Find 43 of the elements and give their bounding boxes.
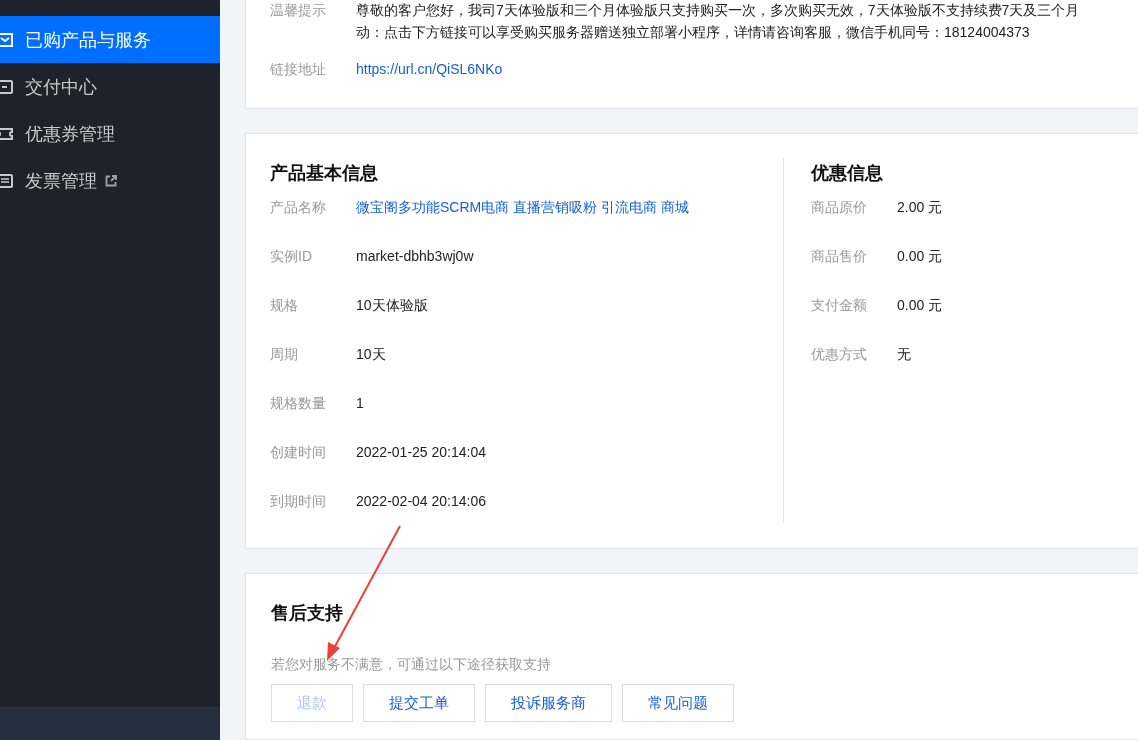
sidebar-item[interactable]: 发票管理 <box>0 157 220 204</box>
hint-text: 若您对服务不满意，可通过以下途径获取支持 <box>271 656 552 674</box>
field-value: 2.00 元 <box>897 198 943 217</box>
sidebar-item[interactable]: 已购产品与服务 <box>0 16 220 63</box>
field-label: 商品售价 <box>811 247 868 266</box>
sidebar-item[interactable]: 交付中心 <box>0 63 220 110</box>
section-title: 优惠信息 <box>811 162 884 184</box>
field-value: 10天体验版 <box>356 296 428 315</box>
external-link-icon <box>105 174 117 187</box>
field-value: 2022-02-04 20:14:06 <box>356 492 486 511</box>
support-button[interactable]: 提交工单 <box>363 684 475 722</box>
sidebar-item[interactable]: 优惠券管理 <box>0 110 220 157</box>
field-label: 温馨提示 <box>270 1 327 20</box>
product-link[interactable]: 微宝阁多功能SCRM电商 直播营销吸粉 引流电商 商城 <box>356 196 689 218</box>
section-title: 售后支持 <box>271 602 344 624</box>
field-value: 1 <box>356 394 364 413</box>
field-value: 10天 <box>356 345 386 364</box>
support-button[interactable]: 投诉服务商 <box>485 684 612 722</box>
url-link[interactable]: https://url.cn/QiSL6NKo <box>356 58 503 80</box>
field-label: 规格 <box>270 296 299 315</box>
envelope-icon <box>0 31 13 48</box>
document-icon <box>0 172 13 189</box>
field-value: 0.00 元 <box>897 296 943 315</box>
field-label: 规格数量 <box>270 394 327 413</box>
support-button[interactable]: 常见问题 <box>622 684 734 722</box>
ticket-icon <box>0 125 13 142</box>
tray-icon <box>0 78 13 95</box>
field-label: 周期 <box>270 345 299 364</box>
field-label: 创建时间 <box>270 443 327 462</box>
field-label: 到期时间 <box>270 492 327 511</box>
field-value: 0.00 元 <box>897 247 943 266</box>
field-label: 支付金额 <box>811 296 868 315</box>
section-title: 产品基本信息 <box>270 162 379 184</box>
field-label: 商品原价 <box>811 198 868 217</box>
field-value: 2022-01-25 20:14:04 <box>356 443 486 462</box>
notice-text: 动：点击下方链接可以享受购买服务器赠送独立部署小程序，详情请咨询客服，微信手机同号：18124004373 <box>356 23 1031 42</box>
notice-text: 尊敬的客户您好，我司7天体验版和三个月体验版只支持购买一次，多次购买无效，7天体验版不支持续费7天及三个月 <box>356 1 1080 20</box>
field-label: 实例ID <box>270 247 313 266</box>
field-value: market-dbhb3wj0w <box>356 247 474 266</box>
field-label: 优惠方式 <box>811 345 868 364</box>
field-label: 产品名称 <box>270 198 327 217</box>
field-value: 无 <box>897 345 911 364</box>
field-label: 链接地址 <box>270 60 327 79</box>
